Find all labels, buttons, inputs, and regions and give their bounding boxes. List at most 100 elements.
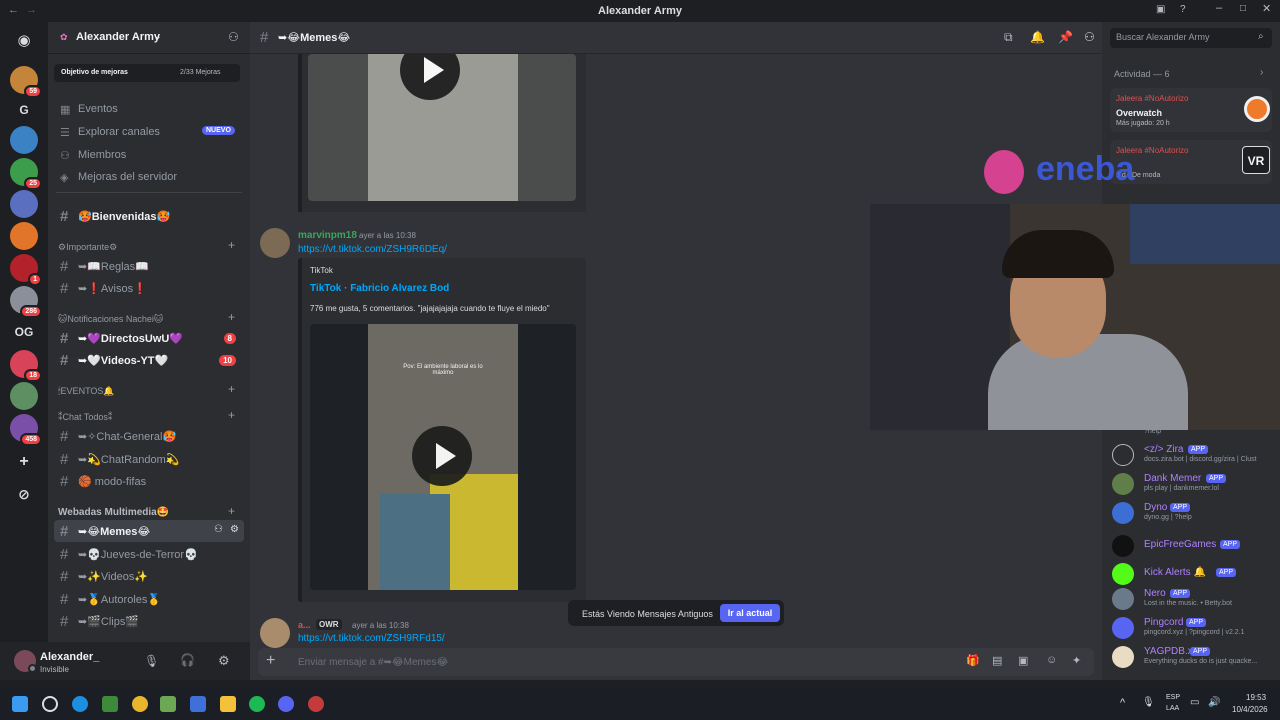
server-icon[interactable]: 59	[10, 66, 42, 98]
sticker-icon[interactable]: ▣	[1018, 654, 1028, 667]
search-input[interactable]: Buscar Alexander Army	[1110, 28, 1272, 48]
member-item[interactable]: Dank Memer APP pls play | dankmemer.lol	[1112, 471, 1278, 497]
message-author[interactable]: a...	[298, 620, 311, 630]
jump-to-present-button[interactable]: Ir al actual	[720, 604, 780, 622]
nav-server-boosts[interactable]: ◈ Mejoras del servidor	[54, 166, 244, 188]
server-icon[interactable]: 286	[10, 286, 42, 318]
attach-plus-icon[interactable]: +	[266, 652, 275, 670]
add-channel-icon[interactable]: +	[228, 238, 235, 252]
channel-item[interactable]: # ➥📖Reglas📖	[54, 255, 244, 277]
channel-item-selected[interactable]: # ➥😂Memes😂 ⚇ ⚙	[54, 520, 244, 542]
edge-icon[interactable]	[72, 696, 88, 712]
inbox-icon[interactable]: ▣	[1156, 4, 1165, 15]
member-item[interactable]: Pingcord APP pingcord.xyz | ?pingcord | v2…	[1112, 615, 1278, 641]
category-label[interactable]: ⁑Chat Todos⁑	[58, 412, 112, 423]
avatar[interactable]	[260, 618, 290, 648]
app-icon[interactable]	[190, 696, 206, 712]
nav-browse-channels[interactable]: ☰ Explorar canales NUEVO	[54, 121, 244, 143]
member-item[interactable]: YAGPDB.xyz APP Everything ducks do is just…	[1112, 644, 1278, 670]
member-list-icon[interactable]: ⚇	[1084, 30, 1095, 44]
channel-item[interactable]: # ➥🎬Clips🎬	[54, 610, 244, 632]
keyboard-language[interactable]: ESP	[1166, 694, 1180, 701]
server-icon[interactable]: OG	[10, 318, 38, 346]
channel-item[interactable]: # ➥❗Avisos❗	[54, 277, 244, 299]
minimize-icon[interactable]: –	[1216, 2, 1222, 14]
volume-icon[interactable]: 🔊	[1208, 697, 1220, 708]
server-icon[interactable]	[10, 222, 38, 250]
message-author[interactable]: marvinpm18	[298, 230, 357, 241]
close-icon[interactable]: ✕	[1262, 2, 1271, 15]
discord-home-icon[interactable]: ◉	[10, 26, 38, 54]
xbox-icon[interactable]	[102, 696, 118, 712]
member-item[interactable]: Kick Alerts 🔔 APP	[1112, 561, 1278, 587]
member-item[interactable]: Dyno APP dyno.gg | ?help	[1112, 500, 1278, 526]
windows-start-icon[interactable]	[12, 696, 28, 712]
chrome-icon[interactable]	[132, 696, 148, 712]
help-icon[interactable]: ?	[1180, 4, 1186, 15]
network-icon[interactable]: ▭	[1190, 697, 1199, 708]
server-icon[interactable]	[10, 382, 38, 410]
threads-icon[interactable]: ⧉	[1004, 30, 1013, 45]
discord-icon[interactable]	[278, 696, 294, 712]
boost-goal[interactable]: Objetivo de mejoras 2/33 Mejoras	[54, 64, 240, 82]
microphone-icon[interactable]: 🎙	[1142, 697, 1155, 708]
channel-item[interactable]: # ➥✨Videos✨	[54, 565, 244, 587]
channel-item[interactable]: # ➥💀Jueves-de-Terror💀	[54, 543, 244, 565]
chevron-right-icon[interactable]: ›	[1260, 67, 1263, 78]
category-label[interactable]: 🐱Notificaciones Nachei🐱	[58, 314, 163, 325]
server-icon[interactable]: 25	[10, 158, 42, 190]
search-icon[interactable]	[42, 696, 58, 712]
invite-icon[interactable]: ⚇	[214, 524, 223, 535]
server-icon[interactable]: G	[10, 96, 38, 124]
keyboard-layout[interactable]: LAA	[1166, 705, 1179, 712]
nav-members[interactable]: ⚇ Miembros	[54, 144, 244, 166]
add-channel-icon[interactable]: +	[228, 382, 235, 396]
chevron-up-icon[interactable]: ^	[1120, 697, 1125, 709]
member-item[interactable]: Nero APP Lost in the music. • Betty.bot	[1112, 586, 1278, 612]
app-icon[interactable]	[160, 696, 176, 712]
avatar[interactable]	[260, 228, 290, 258]
activity-card[interactable]: Jaleera #NoAutorizo Overwatch Más jugado…	[1110, 88, 1272, 132]
gif-icon[interactable]: ▤	[992, 654, 1002, 667]
maximize-icon[interactable]: □	[1240, 3, 1246, 14]
server-header[interactable]: ✿ Alexander Army ⌄ ⚇	[48, 22, 250, 54]
video-thumbnail[interactable]	[308, 54, 576, 201]
add-channel-icon[interactable]: +	[228, 504, 235, 518]
nav-events[interactable]: ▦ Eventos	[54, 98, 244, 120]
member-item[interactable]: EpicFreeGames APP	[1112, 533, 1278, 559]
server-icon[interactable]: 458	[10, 414, 42, 446]
add-server-icon[interactable]: +	[10, 448, 38, 476]
channel-item[interactable]: # 🥵Bienvenidas🥵	[54, 205, 244, 227]
video-thumbnail[interactable]: Pov: El ambiente laboral es lo máximo	[310, 324, 576, 590]
channel-item[interactable]: # 🏀 modo-fifas	[54, 470, 244, 492]
member-item[interactable]: <z/> Zira APP docs.zira.bot | discord.gg/z…	[1112, 442, 1278, 468]
explore-icon[interactable]: ⊘	[10, 480, 38, 508]
search-icon[interactable]: ⌕	[1258, 31, 1264, 42]
play-button-icon[interactable]	[412, 426, 472, 486]
server-icon[interactable]: 1	[10, 254, 42, 286]
add-member-icon[interactable]: ⚇	[228, 30, 239, 44]
pin-icon[interactable]: 📌	[1058, 30, 1073, 44]
embed-title[interactable]: TikTok · Fabricio Alvarez Bod	[310, 283, 449, 294]
bell-icon[interactable]: 🔔	[1030, 30, 1045, 44]
server-icon[interactable]	[10, 126, 38, 154]
file-explorer-icon[interactable]	[220, 696, 236, 712]
message-link[interactable]: https://vt.tiktok.com/ZSH9R6DEq/	[298, 244, 447, 255]
channel-item[interactable]: # ➥💜DirectosUwU💜 8	[54, 327, 244, 349]
server-icon[interactable]: 18	[10, 350, 42, 382]
add-channel-icon[interactable]: +	[228, 408, 235, 422]
category-label[interactable]: ⚙Importante⚙	[58, 242, 117, 253]
gift-icon[interactable]: 🎁	[966, 654, 980, 667]
category-label[interactable]: Webadas Multimedia🤩	[58, 507, 169, 518]
composer-input[interactable]: Enviar mensaje a #➥😂Memes😂	[298, 657, 448, 668]
microphone-icon[interactable]: 🎙	[144, 654, 159, 668]
category-label[interactable]: 🕯EVENTOS🔔	[58, 386, 115, 397]
activity-card[interactable]: Jaleera #NoAutorizo 3 d · De moda VR	[1110, 140, 1272, 184]
emoji-icon[interactable]: ☺	[1046, 654, 1057, 666]
channel-item[interactable]: # ➥✧Chat-General🥵	[54, 425, 244, 447]
channel-item[interactable]: # ➥🥇Autoroles🥇	[54, 588, 244, 610]
channel-item[interactable]: # ➥🤍Videos-YT🤍 10	[54, 349, 244, 371]
message-link[interactable]: https://vt.tiktok.com/ZSH9RFd15/	[298, 633, 445, 644]
app-icon[interactable]	[308, 696, 324, 712]
server-icon[interactable]	[10, 190, 38, 218]
